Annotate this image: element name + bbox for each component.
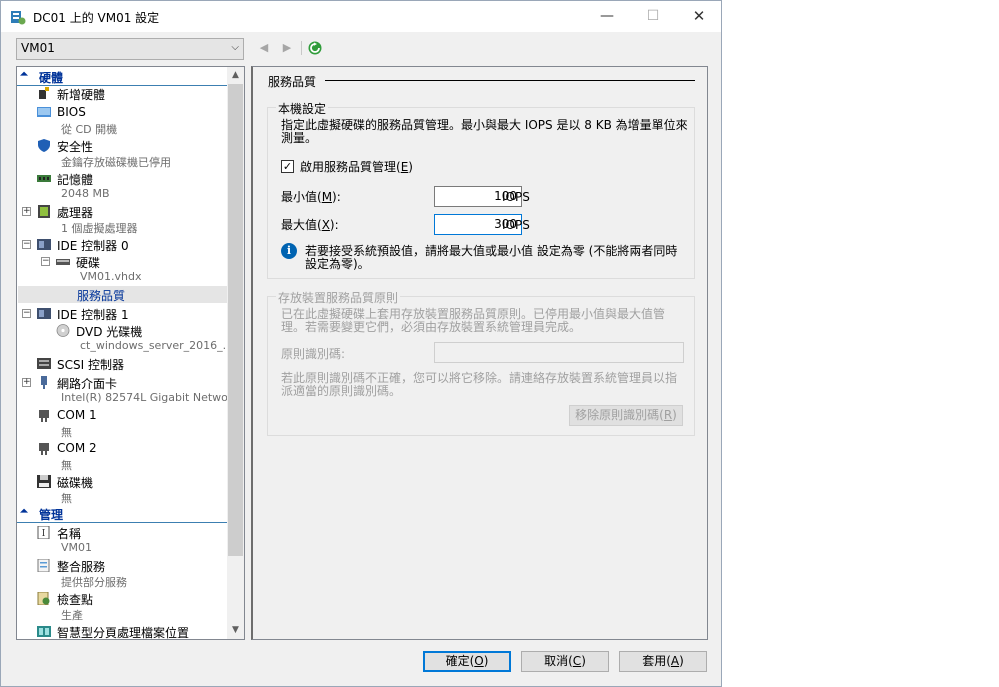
expand-plus-icon[interactable]: + [22, 378, 31, 387]
collapse-minus-icon[interactable]: − [22, 240, 31, 249]
name-icon: I [37, 526, 50, 539]
max-iops-label: 最大值(X): [281, 218, 339, 232]
memory-detail: 2048 MB [61, 187, 110, 200]
close-button[interactable]: ✕ [676, 1, 722, 32]
shield-icon [38, 139, 50, 152]
network-adapter-detail: Intel(R) 82574L Gigabit Networ... [61, 391, 242, 404]
name-detail: VM01 [61, 541, 93, 554]
com-port-icon [39, 410, 49, 422]
forward-arrow-icon[interactable]: ▶ [280, 41, 294, 55]
add-hardware-icon [39, 87, 49, 99]
min-iops-unit: IOPS [502, 190, 530, 204]
scroll-up-icon[interactable]: ▲ [227, 67, 244, 84]
minimize-button[interactable]: — [584, 1, 630, 32]
category-management[interactable]: ⏶ 管理 [17, 505, 227, 523]
scroll-thumb[interactable] [228, 84, 243, 556]
com-port-icon [39, 443, 49, 455]
checkpoint-detail: 生產 [61, 609, 83, 622]
policy-warn-line1: 若此原則識別碼不正確，您可以將它移除。請連絡存放裝置系統管理員以指 [281, 371, 678, 385]
enable-qos-label[interactable]: 啟用服務品質管理(E) [300, 160, 413, 174]
checkpoint-icon [37, 592, 50, 605]
info-line2: 設定為零)。 [305, 257, 370, 271]
security-detail: 金鑰存放磁碟機已停用 [61, 156, 171, 169]
max-iops-unit: IOPS [502, 218, 530, 232]
expand-plus-icon[interactable]: + [22, 207, 31, 216]
integration-services-detail: 提供部分服務 [61, 576, 127, 589]
com2-detail: 無 [61, 459, 72, 472]
com1-detail: 無 [61, 426, 72, 439]
hard-drive-icon [56, 259, 70, 265]
bios-detail: 從 CD 開機 [61, 123, 118, 136]
category-hardware-label: 硬體 [39, 71, 64, 85]
dvd-detail: ct_windows_server_2016_... [80, 339, 234, 352]
min-iops-label: 最小值(M): [281, 190, 341, 204]
policy-desc-line2: 理。若需要變更它們，必須由存放裝置系統管理員完成。 [281, 320, 582, 334]
ok-button[interactable]: 確定(O) [423, 651, 511, 672]
refresh-icon[interactable] [308, 41, 322, 55]
processor-icon [38, 205, 50, 218]
info-line1: 若要接受系統預設值，請將最大值或最小值 設定為零 (不能將兩者同時 [305, 244, 678, 258]
category-hardware[interactable]: ⏶ 硬體 [17, 68, 227, 86]
local-desc-line1: 指定此虛擬硬碟的服務品質管理。最小與最大 IOPS 是以 8 KB 為增量單位來 [281, 118, 688, 132]
chevron-down-icon: ⌵ [231, 42, 239, 53]
controller-icon [37, 239, 51, 250]
enable-qos-checkbox[interactable]: ✓ [281, 160, 294, 173]
policy-id-input[interactable] [434, 342, 684, 363]
storage-policy-title: 存放裝置服務品質原則 [276, 289, 401, 306]
collapse-minus-icon[interactable]: − [41, 257, 50, 266]
toolbar-separator [301, 41, 302, 55]
section-title: 服務品質 [268, 75, 317, 89]
category-management-label: 管理 [39, 508, 64, 522]
info-icon: i [281, 243, 297, 259]
details-panel: 服務品質 本機設定 指定此虛擬硬碟的服務品質管理。最小與最大 IOPS 是以 8… [251, 66, 708, 640]
vm-selector-value: VM01 [21, 41, 55, 55]
memory-icon [37, 175, 51, 182]
storage-policy-group: 存放裝置服務品質原則 已在此虛擬硬碟上套用存放裝置服務品質原則。已停用最小值與最… [267, 289, 695, 436]
vm-selector[interactable]: VM01 ⌵ [16, 38, 244, 60]
local-settings-title: 本機設定 [276, 100, 329, 117]
settings-tree: ⏶ 硬體 新增硬體 BIOS 從 CD 開機 安全性 金鑰存放磁碟機已停用 記憶… [16, 66, 245, 640]
floppy-detail: 無 [61, 492, 72, 505]
hyperv-settings-icon [11, 11, 26, 25]
smart-paging-icon [37, 626, 51, 637]
local-desc-line2: 測量。 [281, 131, 318, 145]
integration-services-icon [37, 559, 50, 572]
collapse-minus-icon[interactable]: − [22, 309, 31, 318]
section-title-rule [325, 80, 695, 81]
remove-policy-id-button[interactable]: 移除原則識別碼(R) [569, 405, 683, 426]
bios-icon [37, 107, 51, 117]
processor-detail: 1 個虛擬處理器 [61, 222, 138, 235]
collapse-chevron-icon[interactable]: ⏶ [20, 506, 28, 517]
policy-id-label: 原則識別碼: [281, 347, 346, 361]
window-title: DC01 上的 VM01 設定 [33, 11, 160, 25]
apply-button[interactable]: 套用(A) [619, 651, 707, 672]
scroll-down-icon[interactable]: ▼ [227, 622, 244, 639]
title-bar[interactable]: DC01 上的 VM01 設定 — ☐ ✕ [1, 1, 721, 32]
collapse-chevron-icon[interactable]: ⏶ [20, 69, 28, 80]
back-arrow-icon[interactable]: ◀ [257, 41, 271, 55]
policy-desc-line1: 已在此虛擬硬碟上套用存放裝置服務品質原則。已停用最小值與最大值管 [281, 307, 666, 321]
floppy-icon [37, 475, 51, 488]
dvd-icon [56, 324, 70, 337]
hard-drive-detail: VM01.vhdx [80, 270, 142, 283]
local-settings-group: 本機設定 指定此虛擬硬碟的服務品質管理。最小與最大 IOPS 是以 8 KB 為… [267, 100, 695, 279]
policy-warn-line2: 派適當的原則識別碼。 [281, 384, 402, 398]
controller-icon [37, 308, 51, 319]
maximize-button[interactable]: ☐ [630, 1, 676, 32]
cancel-button[interactable]: 取消(C) [521, 651, 609, 672]
network-adapter-icon [41, 376, 47, 389]
svg-text:I: I [42, 529, 46, 539]
scsi-icon [37, 358, 51, 369]
tree-scrollbar[interactable]: ▲ ▼ [227, 67, 244, 639]
settings-window: DC01 上的 VM01 設定 — ☐ ✕ VM01 ⌵ ◀ ▶ ⏶ 硬體 新增… [0, 0, 722, 687]
